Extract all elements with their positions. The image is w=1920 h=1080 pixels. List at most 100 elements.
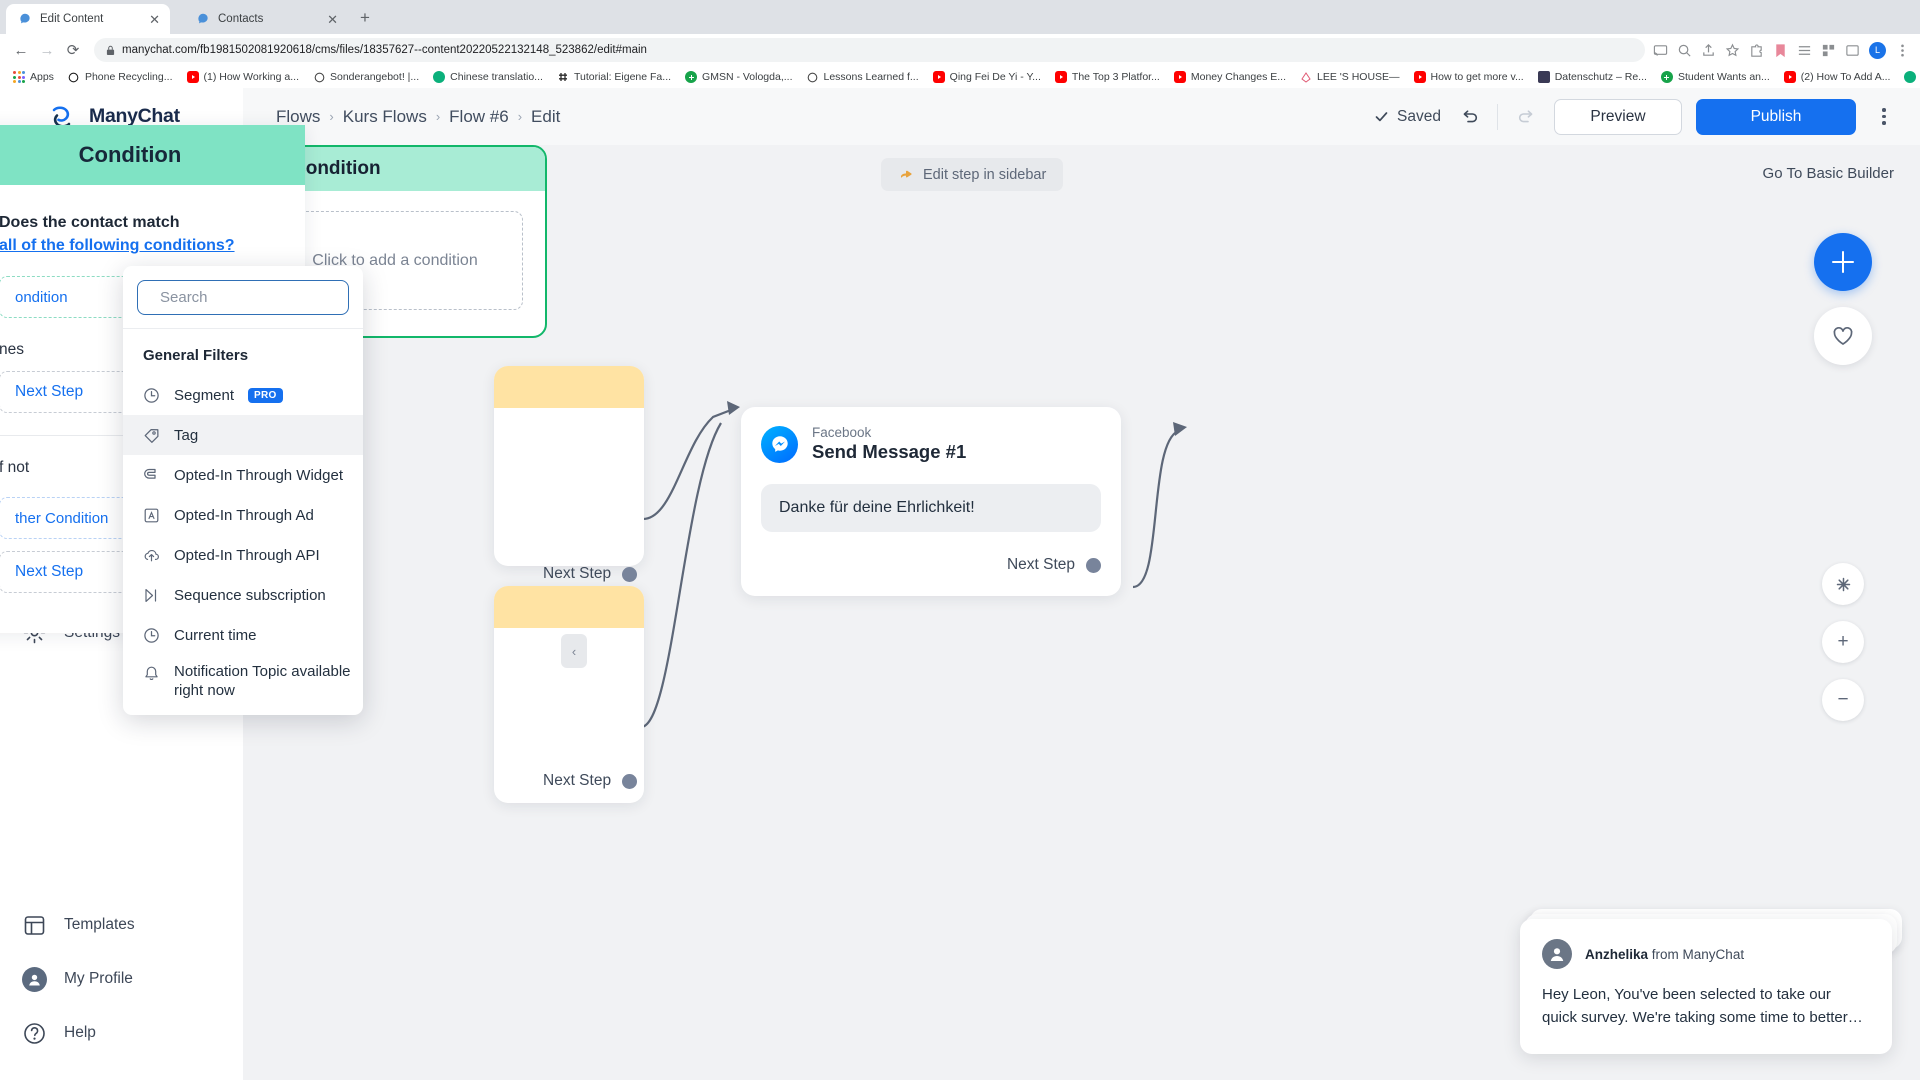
magnet-icon — [143, 467, 160, 484]
sidebar-item-my-profile[interactable]: My Profile — [0, 952, 243, 1006]
bookmark-item[interactable]: Download - Cooki... — [1897, 66, 1920, 88]
bookmark-item[interactable]: Tutorial: Eigene Fa... — [550, 66, 678, 88]
preview-button[interactable]: Preview — [1554, 98, 1682, 135]
filter-dropdown[interactable]: General Filters Segment PRO Tag Opted-In Th… — [123, 266, 363, 715]
bookmark-item[interactable]: The Top 3 Platfor... — [1048, 66, 1167, 88]
browser-tab-active[interactable]: Edit Content ✕ — [6, 4, 170, 34]
list-icon[interactable] — [1797, 43, 1812, 58]
avatar-icon — [22, 966, 47, 992]
puzzle-icon[interactable] — [1749, 43, 1764, 58]
bookmark-item[interactable]: How to get more v... — [1407, 66, 1531, 88]
bookmark-item[interactable]: Student Wants an... — [1654, 66, 1777, 88]
breadcrumb-kurs-flows[interactable]: Kurs Flows — [343, 107, 427, 127]
zoom-icon[interactable] — [1677, 43, 1692, 58]
connector-dot[interactable] — [1086, 557, 1101, 573]
bookmark-item[interactable]: Lessons Learned f... — [800, 66, 926, 88]
filter-item-segment[interactable]: Segment PRO — [123, 375, 363, 415]
sidebar-item-templates[interactable]: Templates — [0, 898, 243, 952]
next-step-connector-upper[interactable]: Next Step — [543, 565, 638, 583]
clock-icon — [143, 627, 160, 644]
forward-button[interactable]: → — [34, 37, 60, 63]
filter-item-opted-in-through-ad[interactable]: Opted-In Through Ad — [123, 495, 363, 535]
manychat-app: ManyChat Bildungs PRO Bildungsfirma Home… — [0, 88, 1920, 1080]
connector-dot[interactable] — [622, 566, 638, 582]
connector-dot[interactable] — [622, 773, 638, 789]
bookmark-label: Phone Recycling... — [84, 71, 173, 83]
bookmark-item[interactable]: (1) How Working a... — [180, 66, 307, 88]
bookmark-label: Datenschutz – Re... — [1554, 71, 1647, 83]
fit-screen-icon — [1836, 577, 1850, 591]
sidebar-item-help[interactable]: Help — [0, 1006, 243, 1060]
bookmark-label: LEE 'S HOUSE— — [1317, 71, 1400, 83]
tab-close-icon[interactable]: ✕ — [325, 11, 340, 28]
kebab-menu-icon[interactable] — [1895, 43, 1910, 58]
bookmark-item[interactable]: Qing Fei De Yi - Y... — [926, 66, 1048, 88]
filter-item-sequence-subscription[interactable]: Sequence subscription — [123, 575, 363, 615]
bookmark-icon[interactable] — [1773, 43, 1788, 58]
bookmark-item[interactable]: LEE 'S HOUSE— — [1293, 66, 1407, 88]
clock-icon — [143, 387, 160, 404]
window-icon[interactable] — [1845, 43, 1860, 58]
share-icon[interactable] — [1701, 43, 1716, 58]
fit-screen-button[interactable] — [1822, 563, 1864, 605]
screen-root: Edit Content ✕ Contacts ✕ + ← → ⟳ manych… — [0, 0, 1920, 1080]
breadcrumb-flows[interactable]: Flows — [276, 107, 320, 127]
notification-popup[interactable]: Anzhelika from ManyChat Hey Leon, You've… — [1520, 909, 1902, 1054]
cast-icon[interactable] — [1653, 43, 1668, 58]
bookmark-item[interactable]: Sonderangebot! |... — [306, 66, 426, 88]
grid-icon[interactable] — [1821, 43, 1836, 58]
bookmark-item[interactable]: Apps — [6, 66, 61, 88]
bookmark-item[interactable]: Money Changes E... — [1167, 66, 1293, 88]
message-bubble[interactable]: Danke für deine Ehrlichkeit! — [761, 484, 1101, 532]
go-to-basic-builder-link[interactable]: Go To Basic Builder — [1763, 165, 1894, 182]
reload-button[interactable]: ⟳ — [60, 37, 86, 63]
notification-card[interactable]: Anzhelika from ManyChat Hey Leon, You've… — [1520, 919, 1892, 1054]
filter-item-tag[interactable]: Tag — [123, 415, 363, 455]
favorites-fab[interactable] — [1814, 307, 1872, 365]
bookmark-item[interactable]: Chinese translatio... — [426, 66, 550, 88]
zoom-in-button[interactable]: + — [1822, 621, 1864, 663]
search-field[interactable] — [137, 280, 359, 315]
bookmark-item[interactable]: Phone Recycling... — [61, 66, 180, 88]
redo-button[interactable] — [1512, 103, 1540, 131]
filter-item-opted-in-through-widget[interactable]: Opted-In Through Widget — [123, 455, 363, 495]
breadcrumb-flow-6[interactable]: Flow #6 — [449, 107, 509, 127]
next-step-connector-message[interactable]: Next Step — [761, 556, 1101, 574]
filter-item-label: Notification Topic available right now — [174, 663, 351, 699]
undo-button[interactable] — [1455, 103, 1483, 131]
back-button[interactable]: ← — [8, 37, 34, 63]
filter-item-label: Opted-In Through Widget — [174, 466, 343, 484]
manychat-icon — [20, 13, 30, 24]
collapse-panel-button[interactable]: ‹ — [561, 634, 587, 668]
pin-icon — [1300, 71, 1312, 83]
flow-canvas[interactable]: Edit step in sidebar Go To Basic Builder… — [243, 145, 1920, 1080]
filter-item-current-time[interactable]: Current time — [123, 615, 363, 655]
zoom-out-button[interactable]: − — [1822, 679, 1864, 721]
search-input[interactable] — [160, 289, 359, 306]
globe-icon — [1904, 71, 1917, 83]
filter-item-opted-in-through-api[interactable]: Opted-In Through API — [123, 535, 363, 575]
sidebar-nav-bottom: Templates My Profile Help — [0, 898, 243, 1080]
new-tab-button[interactable]: + — [360, 9, 370, 26]
tab-close-icon[interactable]: ✕ — [147, 11, 162, 28]
dropdown-section-title: General Filters — [143, 347, 249, 364]
bookmark-item[interactable]: (2) How To Add A... — [1777, 66, 1898, 88]
bookmark-item[interactable]: Datenschutz – Re... — [1531, 66, 1654, 88]
breadcrumb-edit[interactable]: Edit — [531, 107, 560, 127]
star-icon[interactable] — [1725, 43, 1740, 58]
more-options-button[interactable] — [1870, 103, 1898, 131]
browser-tab-inactive[interactable]: Contacts ✕ — [184, 4, 348, 34]
cloud-upload-icon — [143, 547, 160, 564]
bookmark-item[interactable]: GMSN - Vologda,... — [678, 66, 799, 88]
flow-card-upper[interactable] — [494, 366, 644, 566]
profile-avatar[interactable]: L — [1869, 41, 1886, 59]
breadcrumb: Flows › Kurs Flows › Flow #6 › Edit — [276, 107, 560, 127]
address-bar[interactable]: manychat.com/fb1981502081920618/cms/file… — [94, 38, 1645, 62]
next-step-connector-lower[interactable]: Next Step — [543, 772, 638, 790]
filter-item-notification-topic-available-right-now[interactable]: Notification Topic available right now — [123, 655, 363, 715]
condition-match-link[interactable]: all of the following conditions? — [0, 237, 235, 254]
add-node-fab[interactable] — [1814, 233, 1872, 291]
publish-button[interactable]: Publish — [1696, 98, 1856, 135]
flow-card-lower[interactable] — [494, 586, 644, 803]
send-message-node[interactable]: Facebook Send Message #1 Danke für deine… — [741, 407, 1121, 596]
